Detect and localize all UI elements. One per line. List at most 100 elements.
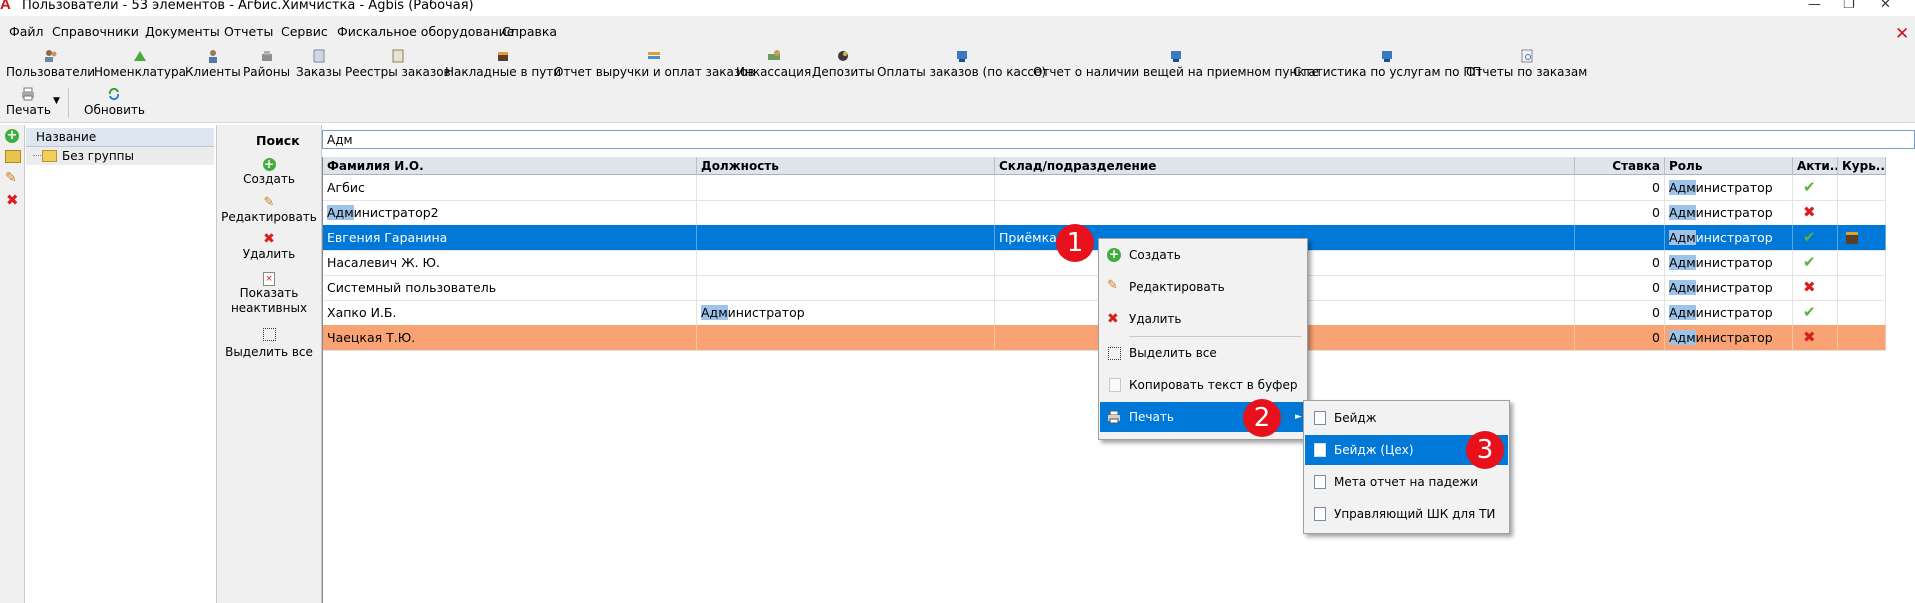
edit-button[interactable]: ✎ Редактировать bbox=[217, 195, 321, 225]
cell-active: ✖ bbox=[1793, 275, 1838, 300]
cell-position: Администратор bbox=[697, 300, 995, 325]
title-bar: A Пользователи - 53 элементов - Агбис.Хи… bbox=[0, 0, 1915, 16]
column-header-active[interactable]: Акти... bbox=[1793, 157, 1838, 175]
column-header-rate[interactable]: Ставка bbox=[1575, 157, 1665, 175]
nomenclature-icon bbox=[133, 51, 146, 61]
submenu-badge[interactable]: Бейдж bbox=[1305, 403, 1508, 433]
delete-button[interactable]: ✖ Удалить bbox=[217, 232, 321, 262]
toolbar-statistics-button[interactable]: Статистика по услугам по ПП bbox=[1293, 46, 1481, 84]
toolbar-payments-button[interactable]: Оплаты заказов (по кассе) bbox=[877, 46, 1046, 84]
cell-name: Системный пользователь bbox=[323, 275, 697, 300]
submenu-meta-report[interactable]: Мета отчет на падежи bbox=[1305, 467, 1508, 497]
menu-references[interactable]: Справочники bbox=[52, 24, 139, 39]
items-report-icon bbox=[1170, 51, 1181, 62]
submenu-control-barcode[interactable]: Управляющий ШК для ТИ bbox=[1305, 499, 1508, 529]
menu-bar: Файл Справочники Документы Отчеты Сервис… bbox=[0, 16, 1915, 46]
main-toolbar: Пользователи Номенклатура Клиенты Районы… bbox=[0, 46, 1915, 84]
toolbar-order-registry-button[interactable]: Реестры заказов bbox=[345, 46, 451, 84]
cell-name: Агбис bbox=[323, 175, 697, 200]
search-input[interactable] bbox=[322, 130, 1915, 149]
cross-icon: ✖ bbox=[1803, 278, 1816, 296]
cell-active: ✖ bbox=[1793, 200, 1838, 225]
context-menu-delete[interactable]: ✖ Удалить bbox=[1100, 304, 1306, 334]
delete-group-icon[interactable]: ✖ bbox=[6, 191, 19, 209]
clients-icon bbox=[208, 50, 217, 63]
cell-name: Евгения Гаранина bbox=[323, 225, 697, 250]
edit-group-icon[interactable]: ✎ bbox=[5, 170, 17, 186]
toolbar-orders-button[interactable]: Заказы bbox=[296, 46, 342, 84]
menu-help[interactable]: Справка bbox=[502, 24, 557, 39]
show-inactive-button[interactable]: × Показать неактивных bbox=[217, 270, 321, 316]
column-header-courier[interactable]: Курь... bbox=[1838, 157, 1886, 175]
cell-courier bbox=[1838, 200, 1886, 225]
search-highlight: Адм bbox=[1669, 280, 1696, 295]
print-button[interactable]: Печать bbox=[6, 84, 51, 122]
search-highlight: Адм bbox=[1669, 230, 1696, 245]
toolbar-revenue-report-button[interactable]: Отчет выручки и оплат заказов bbox=[554, 46, 755, 84]
toolbar-collection-button[interactable]: Инкассация bbox=[736, 46, 811, 84]
column-header-warehouse[interactable]: Склад/подразделение bbox=[995, 157, 1575, 175]
toolbar-waybills-button[interactable]: Накладные в пути bbox=[445, 46, 561, 84]
cell-warehouse bbox=[995, 175, 1575, 200]
printer-icon bbox=[22, 87, 35, 101]
tree-item-no-group[interactable]: Без группы bbox=[26, 147, 214, 165]
close-window-button[interactable]: ✕ bbox=[1880, 0, 1891, 12]
close-document-icon[interactable]: ✕ bbox=[1895, 24, 1909, 44]
context-menu-select-all[interactable]: Выделить все bbox=[1100, 338, 1306, 368]
column-header-position[interactable]: Должность bbox=[697, 157, 995, 175]
table-row[interactable]: Администратор2 0 Администратор ✖ bbox=[323, 200, 1886, 226]
menu-file[interactable]: Файл bbox=[9, 24, 44, 39]
cell-role: Администратор bbox=[1665, 250, 1793, 275]
toolbar-order-reports-button[interactable]: Отчеты по заказам bbox=[1466, 46, 1587, 84]
plus-icon: + bbox=[1107, 247, 1121, 262]
cell-position bbox=[697, 225, 995, 250]
search-highlight: Адм bbox=[701, 305, 728, 320]
column-header-name[interactable]: Фамилия И.О. bbox=[323, 157, 697, 175]
cell-role: Администратор bbox=[1665, 300, 1793, 325]
revenue-report-icon bbox=[648, 52, 661, 59]
select-all-button[interactable]: Выделить все bbox=[217, 328, 321, 360]
toolbar-deposits-button[interactable]: Депозиты bbox=[812, 46, 875, 84]
menu-fiscal-equipment[interactable]: Фискальное оборудование bbox=[337, 24, 514, 39]
menu-documents[interactable]: Документы bbox=[145, 24, 220, 39]
toolbar-nomenclature-button[interactable]: Номенклатура bbox=[94, 46, 186, 84]
cell-courier bbox=[1838, 225, 1886, 250]
table-row[interactable]: Агбис 0 Администратор ✔ bbox=[323, 175, 1886, 201]
toolbar-users-button[interactable]: Пользователи bbox=[6, 46, 95, 84]
cell-rate: 0 bbox=[1575, 325, 1665, 350]
restore-button[interactable]: ❐ bbox=[1843, 0, 1855, 12]
create-button[interactable]: + Создать bbox=[217, 157, 321, 187]
cell-position bbox=[697, 200, 995, 225]
tree-tools-strip: + ✎ ✖ bbox=[0, 125, 25, 603]
menu-service[interactable]: Сервис bbox=[281, 24, 328, 39]
step-badge-1: 1 bbox=[1056, 224, 1094, 262]
cell-active: ✔ bbox=[1793, 300, 1838, 325]
check-icon: ✔ bbox=[1803, 228, 1816, 246]
step-badge-3: 3 bbox=[1466, 431, 1504, 469]
print-dropdown-arrow-icon[interactable]: ▼ bbox=[53, 96, 60, 106]
menu-reports[interactable]: Отчеты bbox=[224, 24, 273, 39]
report-icon bbox=[1314, 411, 1326, 425]
cell-name: Насалевич Ж. Ю. bbox=[323, 250, 697, 275]
minimize-button[interactable]: — bbox=[1808, 0, 1821, 12]
column-header-role[interactable]: Роль bbox=[1665, 157, 1793, 175]
refresh-button[interactable]: Обновить bbox=[84, 84, 145, 122]
toolbar-separator bbox=[68, 88, 69, 118]
cell-courier bbox=[1838, 300, 1886, 325]
folder-icon[interactable] bbox=[5, 150, 21, 163]
context-menu-copy-text[interactable]: Копировать текст в буфер bbox=[1100, 370, 1306, 400]
context-menu-create[interactable]: + Создать bbox=[1100, 240, 1306, 270]
toolbar-items-report-button[interactable]: Отчет о наличии вещей на приемном пункте bbox=[1033, 46, 1319, 84]
printer-icon bbox=[1108, 410, 1120, 424]
orders-icon bbox=[313, 49, 325, 63]
order-registry-icon bbox=[392, 49, 404, 63]
toolbar-clients-button[interactable]: Клиенты bbox=[185, 46, 241, 84]
pencil-icon: ✎ bbox=[1107, 278, 1118, 293]
users-icon bbox=[44, 50, 57, 62]
cell-rate: 0 bbox=[1575, 250, 1665, 275]
delete-icon: ✖ bbox=[263, 231, 275, 247]
add-group-icon[interactable]: + bbox=[5, 129, 19, 143]
toolbar-districts-button[interactable]: Районы bbox=[243, 46, 290, 84]
statistics-icon bbox=[1382, 51, 1393, 62]
context-menu-edit[interactable]: ✎ Редактировать bbox=[1100, 272, 1306, 302]
